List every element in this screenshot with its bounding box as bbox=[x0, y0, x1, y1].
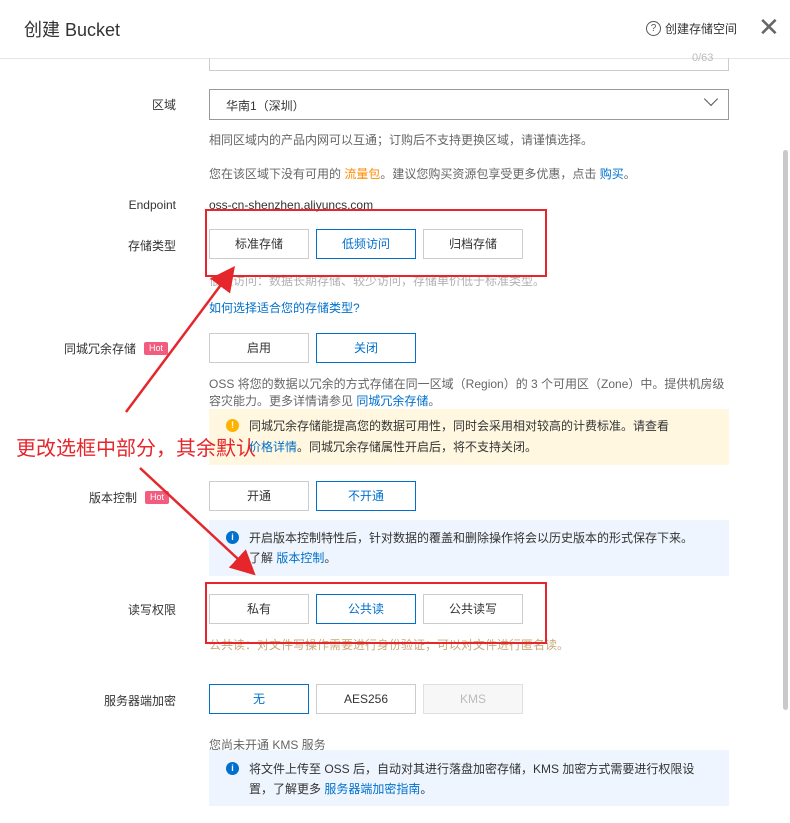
annotation-text: 更改选框中部分，其余默认 bbox=[16, 438, 256, 460]
arrow-to-storage bbox=[124, 265, 235, 413]
arrow-to-acl bbox=[139, 467, 256, 576]
annotation-arrows bbox=[124, 265, 256, 576]
